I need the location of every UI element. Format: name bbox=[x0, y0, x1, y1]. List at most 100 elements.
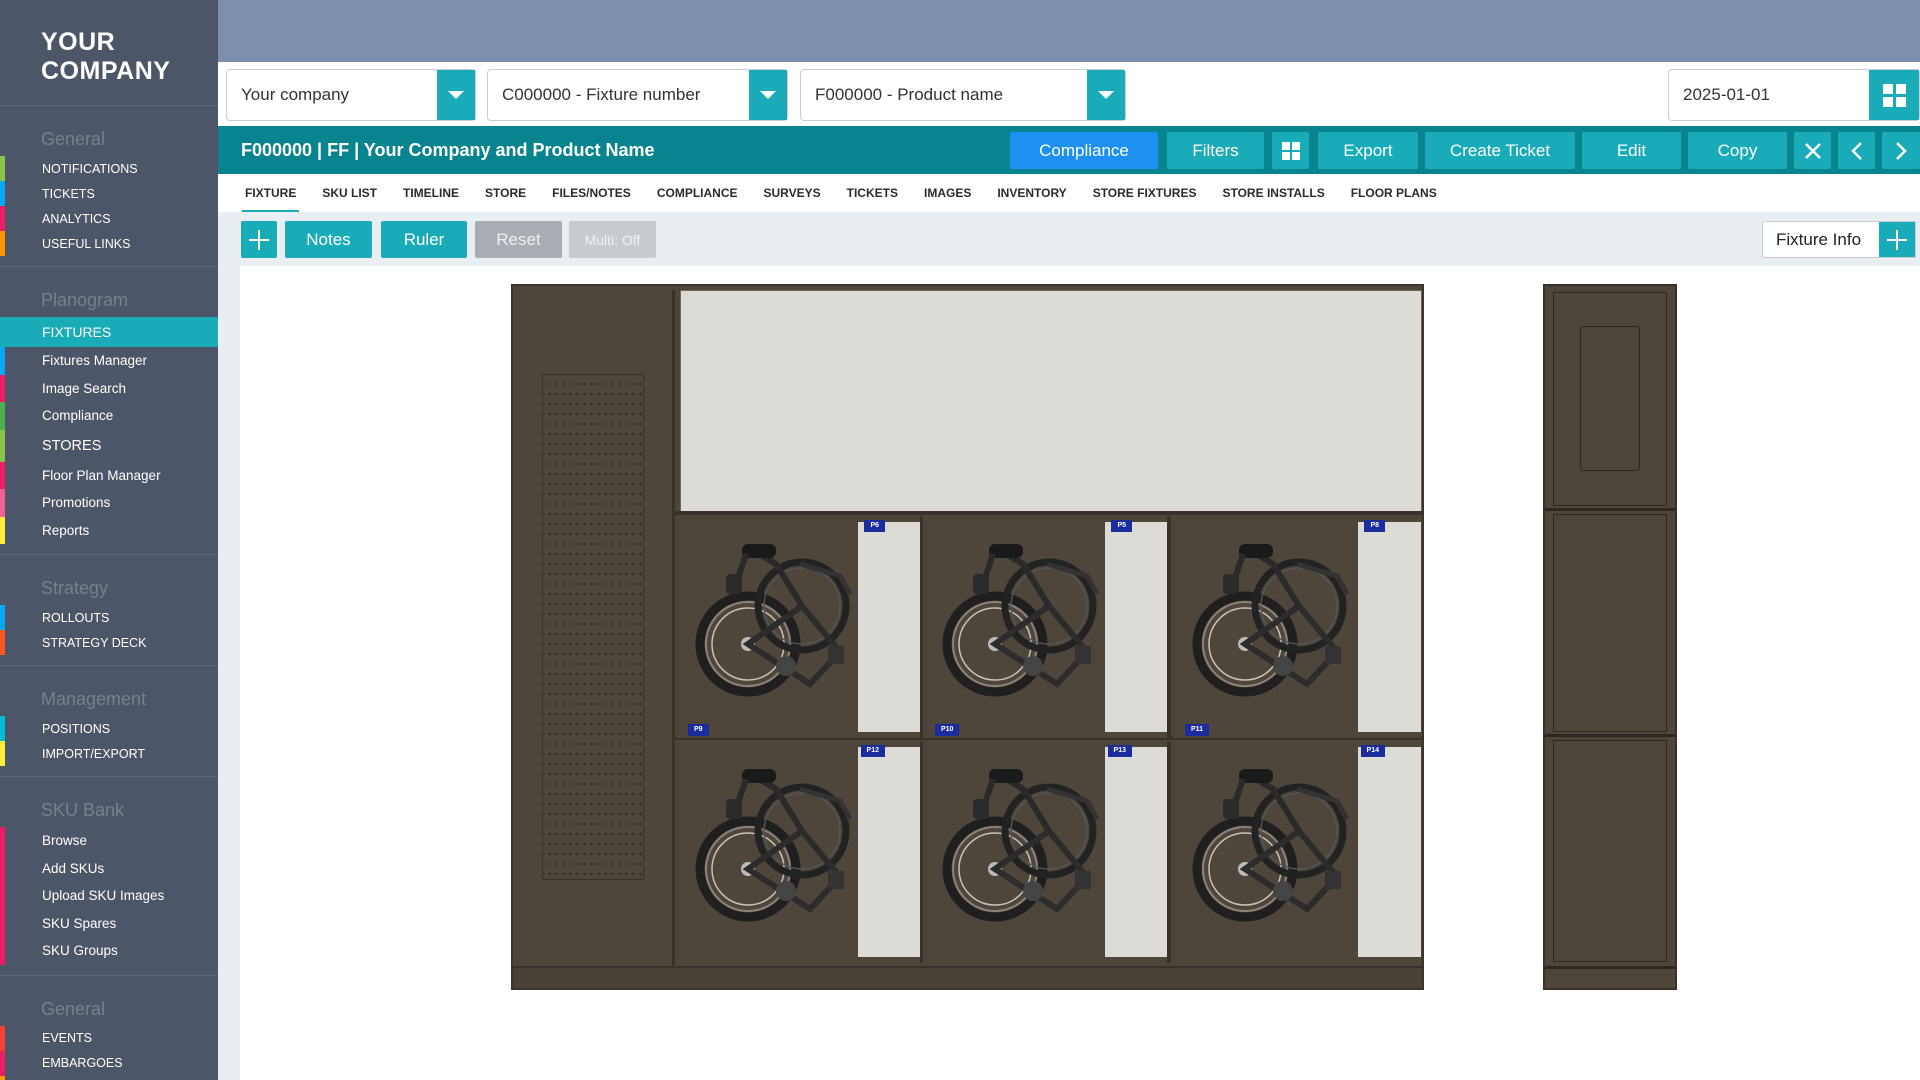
sidebar-item-floor-plan-manager[interactable]: Floor Plan Manager bbox=[0, 461, 218, 489]
sidebar-item-stores[interactable]: STORES bbox=[0, 429, 218, 462]
bay-empty-slot[interactable] bbox=[858, 522, 921, 732]
tab-compliance[interactable]: COMPLIANCE bbox=[644, 174, 751, 212]
create-ticket-button[interactable]: Create Ticket bbox=[1425, 132, 1575, 169]
fixture-info-add-button[interactable] bbox=[1879, 222, 1915, 257]
multi-toggle[interactable]: Multi: Off bbox=[569, 221, 656, 258]
planogram-bay[interactable]: P13 bbox=[923, 741, 1171, 963]
position-tag[interactable]: P13 bbox=[1107, 745, 1132, 757]
tab-fixture[interactable]: FIXTURE bbox=[232, 174, 309, 212]
sidebar-item-tickets[interactable]: TICKETS bbox=[0, 181, 218, 206]
sidebar-item-notifications[interactable]: NOTIFICATIONS bbox=[0, 156, 218, 181]
sidebar-item-compliance[interactable]: Compliance bbox=[0, 402, 218, 430]
product-select-dropdown[interactable] bbox=[1087, 70, 1125, 120]
header-panel[interactable] bbox=[680, 290, 1422, 512]
company-select-dropdown[interactable] bbox=[437, 70, 475, 120]
planogram-bay[interactable]: P12 bbox=[676, 741, 924, 963]
sidebar-item-positions[interactable]: POSITIONS bbox=[0, 716, 218, 741]
fixture-info-control[interactable]: Fixture Info bbox=[1762, 221, 1916, 258]
sidebar-item-embargoes[interactable]: EMBARGOES bbox=[0, 1050, 218, 1076]
grid-icon bbox=[1281, 141, 1300, 160]
company-logo[interactable]: YOUR COMPANY bbox=[0, 0, 218, 106]
planogram-bay[interactable]: P6 P9 bbox=[676, 516, 924, 738]
chevron-left-icon bbox=[1850, 141, 1862, 160]
position-tag[interactable]: P8 bbox=[1364, 520, 1385, 532]
folding-bike-product-image[interactable] bbox=[1187, 534, 1357, 714]
sidebar-item-image-search[interactable]: Image Search bbox=[0, 374, 218, 402]
sidebar-section-title: General bbox=[41, 998, 106, 1019]
sidebar-item-events[interactable]: EVENTS bbox=[0, 1025, 218, 1051]
fixture-select[interactable]: C000000 - Fixture number bbox=[487, 69, 788, 121]
ruler-button[interactable]: Ruler bbox=[381, 221, 467, 258]
planogram-bay[interactable]: P14 bbox=[1173, 741, 1421, 963]
copy-button[interactable]: Copy bbox=[1688, 132, 1787, 169]
filters-button[interactable]: Filters bbox=[1167, 132, 1264, 169]
sidebar-item-label: FIXTURES bbox=[42, 324, 112, 340]
tab-store-fixtures[interactable]: STORE FIXTURES bbox=[1080, 174, 1210, 212]
sidebar-item-reports[interactable]: Reports bbox=[0, 516, 218, 544]
sidebar-item-sku-groups[interactable]: SKU Groups bbox=[0, 937, 218, 965]
position-tag[interactable]: P10 bbox=[935, 724, 960, 736]
planogram-bay[interactable]: P8 P11 bbox=[1173, 516, 1421, 738]
close-button[interactable] bbox=[1794, 132, 1831, 169]
date-select[interactable]: 2025-01-01 bbox=[1668, 69, 1920, 121]
reset-button[interactable]: Reset bbox=[475, 221, 562, 258]
sidebar-item-add-skus[interactable]: Add SKUs bbox=[0, 854, 218, 882]
sidebar-item-promotions[interactable]: Promotions bbox=[0, 489, 218, 517]
sidebar-item-fixtures[interactable]: FIXTURES bbox=[0, 317, 218, 347]
sidebar-item-misc[interactable]: MISC bbox=[0, 1075, 218, 1080]
bay-empty-slot[interactable] bbox=[1105, 747, 1168, 957]
tab-floor-plans[interactable]: FLOOR PLANS bbox=[1338, 174, 1450, 212]
sidebar-item-import-export[interactable]: IMPORT/EXPORT bbox=[0, 741, 218, 766]
sidebar-item-strategy-deck[interactable]: STRATEGY DECK bbox=[0, 630, 218, 655]
date-grid-button[interactable] bbox=[1869, 70, 1919, 120]
bay-empty-slot[interactable] bbox=[1358, 522, 1421, 732]
position-tag[interactable]: P5 bbox=[1111, 520, 1132, 532]
next-button[interactable] bbox=[1882, 132, 1920, 169]
position-tag[interactable]: P14 bbox=[1360, 745, 1385, 757]
sidebar-item-upload-sku-images[interactable]: Upload SKU Images bbox=[0, 882, 218, 910]
tab-timeline[interactable]: TIMELINE bbox=[390, 174, 472, 212]
bay-empty-slot[interactable] bbox=[1358, 747, 1421, 957]
edit-button[interactable]: Edit bbox=[1582, 132, 1681, 169]
layout-grid-button[interactable] bbox=[1272, 132, 1309, 169]
sidebar-item-fixtures-manager[interactable]: Fixtures Manager bbox=[0, 347, 218, 375]
tab-store-installs[interactable]: STORE INSTALLS bbox=[1209, 174, 1337, 212]
company-select[interactable]: Your company bbox=[226, 69, 476, 121]
tab-surveys[interactable]: SURVEYS bbox=[751, 174, 834, 212]
fixture-select-dropdown[interactable] bbox=[749, 70, 787, 120]
sidebar-item-label: STORES bbox=[42, 437, 102, 454]
bay-empty-slot[interactable] bbox=[1105, 522, 1168, 732]
bay-empty-slot[interactable] bbox=[858, 747, 921, 957]
folding-bike-product-image[interactable] bbox=[690, 534, 860, 714]
tab-tickets[interactable]: TICKETS bbox=[834, 174, 911, 212]
tab-inventory[interactable]: INVENTORY bbox=[984, 174, 1079, 212]
sidebar-item-rollouts[interactable]: ROLLOUTS bbox=[0, 605, 218, 630]
folding-bike-product-image[interactable] bbox=[690, 759, 860, 939]
product-select[interactable]: F000000 - Product name bbox=[800, 69, 1126, 121]
folding-bike-product-image[interactable] bbox=[937, 534, 1107, 714]
tab-store[interactable]: STORE bbox=[472, 174, 539, 212]
planogram-bay[interactable]: P5 P10 bbox=[923, 516, 1171, 738]
notes-button[interactable]: Notes bbox=[285, 221, 372, 258]
fixture-front-view[interactable]: P6 P9 P5 P10 P8 P11 P12 P13 P14 bbox=[511, 284, 1424, 990]
add-button[interactable] bbox=[241, 221, 277, 258]
position-tag[interactable]: P9 bbox=[688, 724, 709, 736]
sidebar-item-sku-spares[interactable]: SKU Spares bbox=[0, 909, 218, 937]
tab-images[interactable]: IMAGES bbox=[911, 174, 984, 212]
sidebar-item-useful-links[interactable]: USEFUL LINKS bbox=[0, 231, 218, 256]
sidebar-item-browse[interactable]: Browse bbox=[0, 827, 218, 855]
previous-button[interactable] bbox=[1838, 132, 1875, 169]
folding-bike-product-image[interactable] bbox=[937, 759, 1107, 939]
position-tag[interactable]: P11 bbox=[1185, 724, 1210, 736]
tab-sku-list[interactable]: SKU LIST bbox=[309, 174, 390, 212]
sidebar-section-title: SKU Bank bbox=[41, 800, 125, 820]
folding-bike-product-image[interactable] bbox=[1187, 759, 1357, 939]
compliance-button[interactable]: Compliance bbox=[1010, 132, 1158, 169]
fixture-side-view[interactable] bbox=[1543, 284, 1677, 990]
sidebar-item-analytics[interactable]: ANALYTICS bbox=[0, 206, 218, 231]
position-tag[interactable]: P12 bbox=[860, 745, 885, 757]
position-tag[interactable]: P6 bbox=[864, 520, 885, 532]
sidebar-section-title: Management bbox=[41, 689, 147, 709]
export-button[interactable]: Export bbox=[1318, 132, 1418, 169]
tab-files-notes[interactable]: FILES/NOTES bbox=[539, 174, 644, 212]
